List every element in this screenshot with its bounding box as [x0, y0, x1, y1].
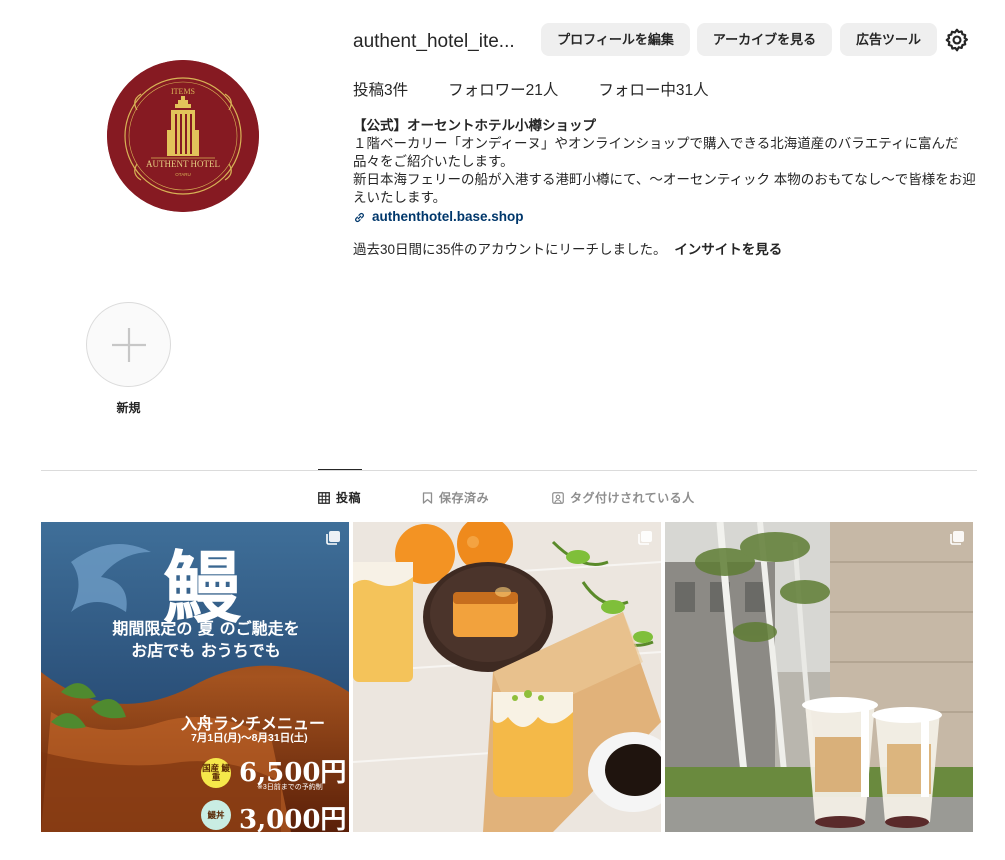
bio-text-line: 新日本海フェリーの船が入港する港町小樽にて、～オーセンティック 本物のおもてなし… [353, 172, 976, 205]
plus-icon [111, 327, 146, 362]
eel-price-note: ※3日前までの予約制 [257, 784, 323, 791]
post-thumbnail[interactable]: 鰻 期間限定の 夏 のご馳走を お店でも おうちでも 入舟ランチメニュー 7月1… [41, 522, 349, 832]
carousel-icon [638, 531, 652, 545]
avatar-top-text: ITEMS [171, 87, 195, 96]
highlight-new[interactable]: 新規 [86, 302, 171, 416]
tabs-divider [41, 470, 977, 471]
followers-count[interactable]: フォロワー21人 [448, 78, 558, 100]
bio-link-text[interactable]: authenthotel.base.shop [372, 208, 524, 226]
tab-posts[interactable]: 投稿 [318, 489, 361, 506]
profile-tabs: 投稿 保存済み タグ付けされている人 [0, 489, 1005, 507]
link-icon [355, 212, 364, 222]
avatar-city-text: OTARU [175, 172, 190, 177]
eel-badge: 鰻丼 [201, 800, 231, 830]
profile-avatar[interactable]: ITEMS AUTHENT HOTEL OTARU [107, 60, 259, 212]
insights-text: 過去30日間に35件のアカウントにリーチしました。 [353, 242, 667, 257]
post-thumbnail[interactable] [665, 522, 973, 832]
highlight-new-circle[interactable] [86, 302, 171, 387]
eel-subtitle-line: 期間限定の 夏 のご馳走を [112, 619, 300, 638]
grid-icon [318, 491, 330, 504]
gear-icon[interactable] [944, 27, 970, 53]
eel-dates: 7月1日(月)～8月31日(土) [191, 732, 308, 744]
carousel-icon [950, 531, 964, 545]
profile-bio: 【公式】オーセントホテル小樽ショップ １階ベーカリー「オンディーヌ」やオンライン… [353, 117, 978, 226]
avatar-main-text: AUTHENT HOTEL [146, 159, 220, 169]
hotel-logo-icon: ITEMS AUTHENT HOTEL OTARU [107, 60, 259, 212]
tab-tagged[interactable]: タグ付けされている人 [552, 489, 695, 506]
cake-photo-image [353, 522, 661, 832]
tab-saved[interactable]: 保存済み [422, 489, 489, 506]
highlight-label: 新規 [116, 401, 141, 415]
view-archive-button[interactable]: アーカイブを見る [697, 23, 832, 56]
bio-website-link[interactable]: authenthotel.base.shop [353, 208, 978, 226]
edit-profile-button[interactable]: プロフィールを編集 [541, 23, 690, 56]
eel-badge: 国産 鰻重 [201, 758, 231, 788]
bio-name: 【公式】オーセントホテル小樽ショップ [353, 118, 596, 133]
active-tab-indicator [318, 469, 362, 470]
eel-subtitle-line: お店でも おうちでも [131, 641, 281, 660]
carousel-icon [326, 531, 340, 545]
following-count[interactable]: フォロー中31人 [598, 78, 708, 100]
posts-grid: 鰻 期間限定の 夏 のご馳走を お店でも おうちでも 入舟ランチメニュー 7月1… [41, 522, 973, 832]
bookmark-icon [422, 491, 433, 504]
profile-stats: 投稿3件 フォロワー21人 フォロー中31人 [353, 78, 709, 100]
insights-summary: 過去30日間に35件のアカウントにリーチしました。 インサイトを見る [353, 238, 782, 258]
bio-text-line: １階ベーカリー「オンディーヌ」やオンラインショップで購入できる北海道産のバラエテ… [353, 136, 959, 169]
username[interactable]: authent_hotel_ite... [353, 31, 525, 53]
street-photo-image [665, 522, 973, 832]
username-row: authent_hotel_ite... [353, 22, 525, 62]
tagged-icon [552, 491, 564, 504]
tab-posts-label: 投稿 [336, 491, 362, 505]
ad-tools-button[interactable]: 広告ツール [840, 23, 937, 56]
eel-subtitle: 期間限定の 夏 のご馳走を お店でも おうちでも [91, 618, 321, 662]
view-insights-link[interactable]: インサイトを見る [674, 242, 782, 257]
eel-price: 3,000円 [239, 805, 347, 832]
tab-saved-label: 保存済み [439, 491, 490, 505]
tab-tagged-label: タグ付けされている人 [570, 491, 695, 505]
post-thumbnail[interactable] [353, 522, 661, 832]
posts-count: 投稿3件 [353, 82, 409, 99]
